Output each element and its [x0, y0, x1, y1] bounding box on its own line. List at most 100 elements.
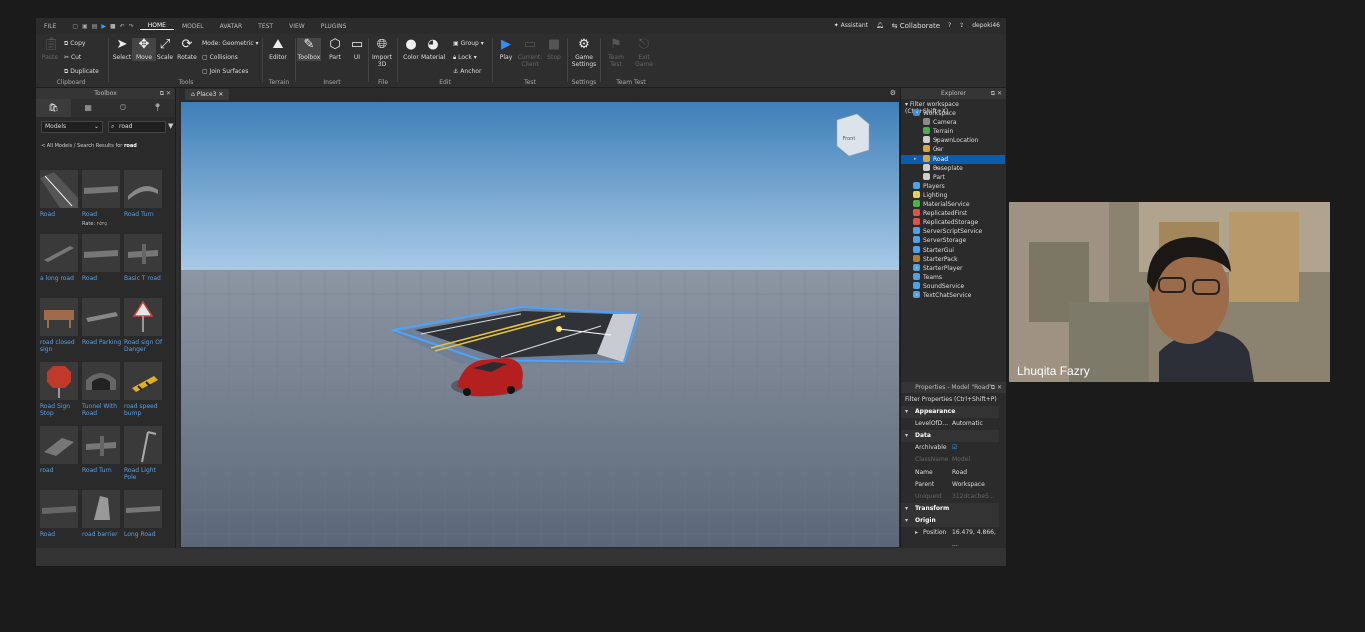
explorer-node[interactable]: StarterPack	[913, 254, 958, 264]
close-icon[interactable]: ⧉ ✕	[991, 382, 1002, 393]
chevron-right-icon[interactable]: ▸	[915, 527, 918, 539]
chevron-right-icon[interactable]: ▸	[914, 155, 917, 164]
new-file-icon[interactable]: ▢	[72, 23, 78, 30]
toolbox-item[interactable]: Road	[40, 490, 80, 554]
property-category[interactable]: ▾ Transform	[901, 502, 999, 515]
explorer-node[interactable]: StarterGui	[913, 245, 954, 255]
play-button[interactable]: ▶ Play	[494, 38, 518, 62]
archivable-checkbox[interactable]: ☑	[952, 442, 957, 454]
redo-icon[interactable]: ↷	[129, 23, 134, 30]
file-menu[interactable]: FILE	[36, 23, 64, 30]
part-button[interactable]: ⬡ Part	[323, 38, 347, 62]
toolbox-item[interactable]: road speed bump	[124, 362, 164, 426]
tab-creations[interactable]: 📍︎	[140, 99, 175, 117]
property-value[interactable]: Workspace	[952, 479, 985, 491]
toolbox-item[interactable]: Road Parking	[82, 298, 122, 362]
property-value[interactable]: 312dcacbe5...	[952, 491, 995, 503]
chevron-down-icon[interactable]: ▾	[905, 515, 908, 527]
mode-select[interactable]: Mode: Geometric ▾	[202, 40, 259, 47]
tab-recent[interactable]: 🕒︎	[106, 99, 141, 117]
explorer-node[interactable]: Terrain	[923, 127, 953, 136]
undo-icon[interactable]: ↶	[120, 23, 125, 30]
toolbox-item[interactable]: Long Road	[124, 490, 164, 554]
property-value[interactable]: Road	[952, 467, 967, 479]
chevron-down-icon[interactable]: ▾	[905, 503, 908, 515]
view-cube[interactable]: Front	[836, 113, 870, 157]
toolbox-item[interactable]: Road Turn	[82, 426, 122, 490]
chevron-right-icon[interactable]: ▸	[936, 145, 939, 154]
gear-icon[interactable]: ⚙	[890, 89, 896, 97]
rotate-button[interactable]: ⟳ Rotate	[175, 38, 199, 62]
explorer-node[interactable]: ▸ Baseplate	[923, 163, 963, 173]
paste-button[interactable]: 📋︎ Paste	[38, 38, 62, 62]
save-icon[interactable]: ▤	[92, 23, 98, 30]
cut-button[interactable]: ✂ Cut	[64, 54, 81, 61]
import-3d-button[interactable]: 🌐︎ Import 3D	[370, 38, 394, 69]
toolbox-item[interactable]: Tunnel With Road	[82, 362, 122, 426]
chevron-right-icon[interactable]: ▸	[916, 191, 919, 200]
tab-place3[interactable]: ⌂ Place3 ✕	[185, 89, 230, 100]
category-dropdown[interactable]: Models ⌄	[41, 121, 103, 133]
tab-inventory[interactable]: ▦	[71, 99, 106, 117]
select-button[interactable]: ➤ Select	[110, 38, 134, 62]
rating[interactable]: Rate: 👍︎👎︎	[82, 221, 107, 227]
property-row[interactable]: ▸ Position 16.479, 4.866, ...	[901, 527, 999, 548]
explorer-node[interactable]: ▾ Workspace	[913, 109, 956, 118]
tab-avatar[interactable]: AVATAR	[212, 23, 251, 30]
group-button[interactable]: ▣ Group ▾	[453, 40, 484, 47]
property-row[interactable]: LevelOfD... Automatic	[901, 418, 999, 430]
3d-viewport[interactable]: Front	[181, 102, 899, 547]
notifications-icon[interactable]: 🔔︎	[876, 22, 884, 30]
toolbox-item[interactable]: Road Turn	[124, 170, 164, 234]
property-category[interactable]: ▾ Data	[901, 430, 999, 443]
explorer-node[interactable]: SoundService	[913, 281, 964, 291]
current-client-button[interactable]: ▭ Current: Client	[516, 38, 544, 69]
explorer-node[interactable]: ▸ SpawnLocation	[923, 136, 978, 145]
tab-test[interactable]: TEST	[250, 23, 281, 30]
property-row[interactable]: Parent Workspace	[901, 479, 999, 491]
toolbox-item[interactable]: Road Rate: 👍︎👎︎	[82, 170, 122, 234]
scale-button[interactable]: ⤢ Scale	[153, 38, 177, 62]
explorer-node[interactable]: ReplicatedFirst	[913, 209, 967, 218]
join-surfaces-toggle[interactable]: ▢ Join Surfaces	[202, 68, 248, 75]
property-value[interactable]: Model	[952, 454, 970, 466]
toolbox-item[interactable]: Road sign Of Danger	[124, 298, 164, 362]
ui-button[interactable]: ▭ UI	[345, 38, 369, 62]
help-icon[interactable]: ?	[948, 22, 951, 30]
chevron-down-icon[interactable]: ▾	[916, 109, 919, 118]
property-value[interactable]: Automatic	[952, 418, 983, 430]
stop-button[interactable]: ■ Stop	[542, 38, 566, 62]
toolbox-item[interactable]: road	[40, 426, 80, 490]
open-file-icon[interactable]: ▣	[82, 23, 88, 30]
explorer-node[interactable]: ▸ TextChatService	[913, 291, 971, 300]
toolbox-item[interactable]: Road	[40, 170, 80, 234]
toolbox-button[interactable]: ✎ Toolbox	[297, 38, 321, 61]
explorer-node[interactable]: Camera	[923, 118, 957, 127]
explorer-node[interactable]: ServerStorage	[913, 236, 966, 245]
exit-game-button[interactable]: ⎋ Exit Game	[632, 38, 656, 69]
chevron-down-icon[interactable]: ▾	[905, 406, 908, 418]
explorer-node[interactable]: Players	[913, 181, 945, 191]
game-settings-button[interactable]: ⚙ Game Settings	[571, 38, 597, 69]
chevron-right-icon[interactable]: ▸	[916, 291, 919, 300]
collaborate-button[interactable]: ⇆ Collaborate	[892, 22, 940, 30]
tab-home[interactable]: HOME	[139, 22, 174, 30]
chevron-right-icon[interactable]: ▸	[936, 164, 939, 173]
explorer-filter-input[interactable]: ▾ Filter workspace (Ctrl+Shift+X)	[901, 99, 1006, 115]
lock-button[interactable]: 🔒︎ Lock ▾	[453, 54, 477, 62]
property-row[interactable]: UniqueId 312dcacbe5...	[901, 491, 999, 503]
property-row[interactable]: Archivable ☑	[901, 442, 999, 454]
duplicate-button[interactable]: ⧉ Duplicate	[64, 68, 99, 76]
toolbox-item[interactable]: Basic T road	[124, 234, 164, 298]
chevron-down-icon[interactable]: ▾	[905, 430, 908, 442]
toolbox-item[interactable]: Road	[82, 234, 122, 298]
explorer-node[interactable]: ▸ StarterPlayer	[913, 263, 963, 273]
toolbox-item[interactable]: Road Sign Stop	[40, 362, 80, 426]
color-button[interactable]: ● Color	[399, 38, 423, 62]
explorer-node[interactable]: Part	[923, 172, 945, 182]
property-row[interactable]: Name Road	[901, 467, 999, 479]
copy-button[interactable]: ⧉ Copy	[64, 40, 85, 48]
tab-plugins[interactable]: PLUGINS	[313, 23, 355, 30]
stop-icon[interactable]: ■	[110, 23, 116, 30]
play-icon[interactable]: ▶	[101, 23, 106, 30]
